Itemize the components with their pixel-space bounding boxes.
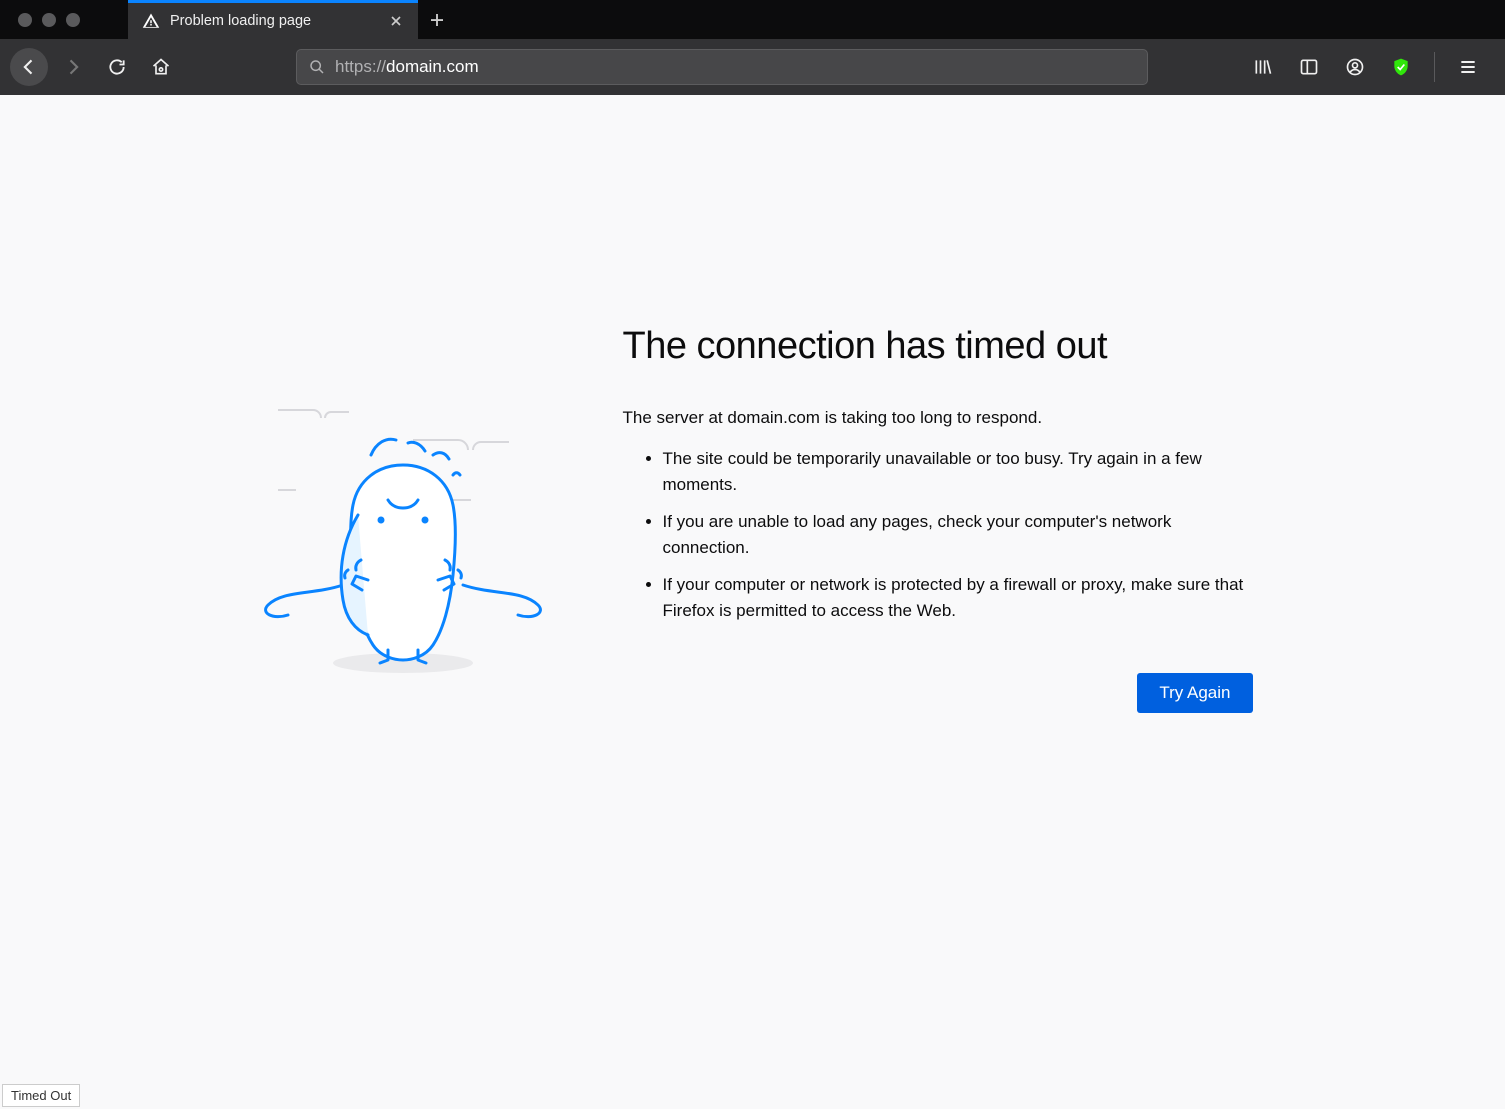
account-button[interactable] (1336, 48, 1374, 86)
window-close-button[interactable] (18, 13, 32, 27)
error-subtitle: The server at domain.com is taking too l… (623, 408, 1253, 428)
url-domain: domain.com (386, 57, 479, 76)
navigation-toolbar: https://domain.com (0, 39, 1505, 95)
window-minimize-button[interactable] (42, 13, 56, 27)
library-button[interactable] (1244, 48, 1282, 86)
reload-button[interactable] (98, 48, 136, 86)
toolbar-right-icons (1244, 48, 1495, 86)
try-again-button[interactable]: Try Again (1137, 673, 1252, 713)
error-suggestion: If your computer or network is protected… (663, 572, 1253, 623)
error-illustration (253, 325, 553, 713)
window-titlebar: Problem loading page (0, 0, 1505, 39)
status-bar-tooltip: Timed Out (2, 1084, 80, 1107)
app-menu-button[interactable] (1449, 48, 1487, 86)
new-tab-button[interactable] (418, 0, 456, 39)
forward-button[interactable] (54, 48, 92, 86)
window-controls (0, 13, 98, 27)
browser-tab-active[interactable]: Problem loading page (128, 0, 418, 39)
error-button-row: Try Again (623, 673, 1253, 713)
address-bar[interactable]: https://domain.com (296, 49, 1148, 85)
sidebar-button[interactable] (1290, 48, 1328, 86)
tab-title: Problem loading page (170, 13, 311, 29)
tab-strip: Problem loading page (128, 0, 1505, 39)
error-suggestion: The site could be temporarily unavailabl… (663, 446, 1253, 497)
error-suggestion: If you are unable to load any pages, che… (663, 509, 1253, 560)
protection-shield-button[interactable] (1382, 48, 1420, 86)
toolbar-divider (1434, 52, 1435, 82)
error-text-column: The connection has timed out The server … (623, 325, 1253, 713)
url-text: https://domain.com (335, 57, 479, 77)
error-suggestions-list: The site could be temporarily unavailabl… (623, 446, 1253, 623)
home-button[interactable] (142, 48, 180, 86)
back-button[interactable] (10, 48, 48, 86)
window-maximize-button[interactable] (66, 13, 80, 27)
search-icon (309, 59, 325, 75)
page-content: The connection has timed out The server … (0, 95, 1505, 713)
warning-icon (142, 12, 160, 30)
tab-close-button[interactable] (388, 13, 404, 29)
url-scheme: https:// (335, 57, 386, 76)
error-heading: The connection has timed out (623, 325, 1253, 368)
